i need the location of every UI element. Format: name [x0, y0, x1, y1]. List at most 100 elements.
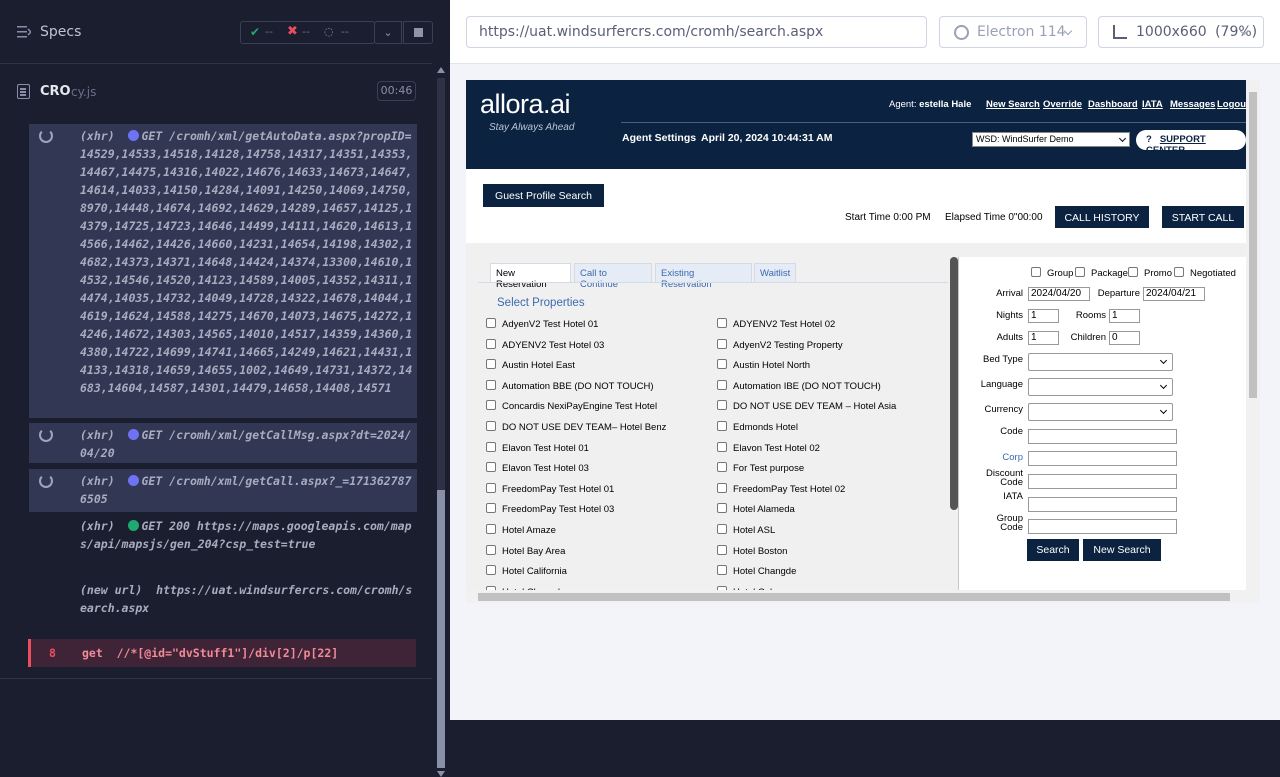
- checkbox[interactable]: [486, 400, 496, 411]
- discount-code-field[interactable]: [1028, 474, 1177, 489]
- nav-messages[interactable]: Messages: [1170, 99, 1215, 110]
- property-checkbox-item[interactable]: Elavon Test Hotel 03: [486, 462, 589, 474]
- property-checkbox-item[interactable]: For Test purpose: [717, 462, 804, 474]
- language-select[interactable]: [1028, 378, 1173, 396]
- iata-field[interactable]: [1028, 497, 1177, 512]
- property-checkbox-item[interactable]: Concardis NexiPayEngine Test Hotel: [486, 400, 657, 412]
- nav-dashboard[interactable]: Dashboard: [1088, 99, 1138, 110]
- support-center-button[interactable]: ? SUPPORT CENTER: [1136, 130, 1246, 156]
- scroll-down-icon[interactable]: [437, 771, 445, 777]
- checkbox[interactable]: [717, 421, 727, 431]
- checkbox[interactable]: [717, 524, 727, 534]
- property-checkbox-item[interactable]: DO NOT USE DEV TEAM– Hotel Benz: [486, 421, 666, 433]
- agent-settings-link[interactable]: Agent Settings: [622, 132, 696, 144]
- property-checkbox-item[interactable]: Hotel Bay Area: [486, 544, 565, 557]
- checkbox[interactable]: [486, 565, 496, 576]
- start-call-button[interactable]: START CALL: [1162, 206, 1244, 228]
- adults-field[interactable]: 1: [1028, 331, 1059, 345]
- search-button[interactable]: Search: [1027, 539, 1079, 561]
- property-checkbox-item[interactable]: Elavon Test Hotel 02: [717, 441, 820, 454]
- log-entry-xhr[interactable]: (xhr) GET /cromh/xml/getAutoData.aspx?pr…: [29, 124, 417, 418]
- scroll-up-icon[interactable]: [437, 67, 445, 73]
- checkbox[interactable]: [486, 503, 496, 514]
- checkbox[interactable]: [486, 482, 496, 493]
- currency-select[interactable]: [1028, 403, 1173, 421]
- log-entry-xhr[interactable]: (xhr) GET /cromh/xml/getCall.aspx?_=1713…: [29, 469, 417, 512]
- property-checkbox-item[interactable]: AdyenV2 Test Hotel 01: [486, 318, 598, 330]
- app-horizontal-scrollbar[interactable]: [466, 590, 1246, 603]
- browser-selector[interactable]: Electron 114: [939, 16, 1087, 48]
- property-checkbox-item[interactable]: Hotel Alameda: [717, 503, 795, 515]
- scroll-thumb[interactable]: [437, 490, 445, 768]
- group-code-field[interactable]: [1028, 519, 1177, 534]
- nav-override[interactable]: Override: [1043, 99, 1082, 110]
- nights-field[interactable]: 1: [1028, 309, 1059, 323]
- property-checkbox-item[interactable]: Hotel Amaze: [486, 524, 556, 536]
- site-select[interactable]: WSD: WindSurfer Demo: [972, 132, 1130, 147]
- arrival-field[interactable]: 2024/04/20: [1028, 287, 1090, 301]
- property-checkbox-item[interactable]: Hotel California: [486, 565, 567, 577]
- property-checkbox-item[interactable]: Hotel ASL: [717, 524, 775, 536]
- checkbox[interactable]: [717, 318, 727, 328]
- app-vertical-scrollbar[interactable]: [1246, 80, 1260, 603]
- nav-logout[interactable]: Logout: [1217, 99, 1249, 110]
- checkbox[interactable]: [717, 544, 727, 555]
- children-field[interactable]: 0: [1109, 331, 1140, 345]
- tab-new-reservation[interactable]: New Reservation: [490, 263, 571, 290]
- property-checkbox-item[interactable]: FreedomPay Test Hotel 02: [717, 482, 845, 495]
- scroll-thumb[interactable]: [478, 593, 1230, 601]
- specs-list-icon[interactable]: [17, 26, 31, 38]
- checkbox[interactable]: [486, 359, 496, 370]
- group-checkbox[interactable]: Group: [1031, 267, 1073, 279]
- tab-existing-reservation[interactable]: Existing Reservation: [655, 263, 752, 290]
- corp-field[interactable]: [1028, 451, 1177, 466]
- checkbox[interactable]: [486, 441, 496, 452]
- chevron-down-button[interactable]: ⌄: [374, 21, 402, 44]
- new-search-button[interactable]: New Search: [1083, 539, 1161, 561]
- rooms-field[interactable]: 1: [1109, 309, 1140, 323]
- scroll-thumb[interactable]: [1249, 92, 1257, 398]
- package-checkbox[interactable]: Package: [1075, 267, 1128, 279]
- properties-scrollbar[interactable]: [950, 257, 958, 510]
- checkbox[interactable]: [717, 400, 727, 411]
- spec-file-header[interactable]: CRO cy.js 00:46: [0, 78, 432, 106]
- property-checkbox-item[interactable]: FreedomPay Test Hotel 03: [486, 503, 614, 515]
- property-checkbox-item[interactable]: Austin Hotel North: [717, 359, 810, 371]
- property-checkbox-item[interactable]: AdyenV2 Testing Property: [717, 338, 843, 351]
- property-checkbox-item[interactable]: ADYENV2 Test Hotel 03: [486, 338, 604, 351]
- url-bar[interactable]: https://uat.windsurfercrs.com/cromh/sear…: [466, 16, 927, 48]
- log-entry-xhr[interactable]: (xhr) GET 200 https://maps.googleapis.co…: [29, 514, 417, 572]
- checkbox[interactable]: [486, 421, 496, 431]
- checkbox[interactable]: [717, 565, 727, 576]
- checkbox[interactable]: [486, 462, 496, 473]
- departure-field[interactable]: 2024/04/21: [1143, 287, 1205, 301]
- guest-profile-search-button[interactable]: Guest Profile Search: [483, 184, 604, 207]
- checkbox[interactable]: [486, 338, 496, 349]
- checkbox[interactable]: [717, 482, 727, 493]
- checkbox[interactable]: [717, 441, 727, 452]
- specs-title[interactable]: Specs: [40, 24, 81, 40]
- checkbox[interactable]: [717, 338, 727, 349]
- nav-new-search[interactable]: New Search: [986, 99, 1040, 110]
- negotiated-checkbox[interactable]: Negotiated: [1174, 267, 1236, 279]
- property-checkbox-item[interactable]: Hotel Changde: [717, 565, 796, 577]
- checkbox[interactable]: [717, 359, 727, 370]
- code-field[interactable]: [1028, 429, 1177, 444]
- property-checkbox-item[interactable]: FreedomPay Test Hotel 01: [486, 482, 614, 495]
- checkbox[interactable]: [486, 379, 496, 390]
- log-entry-new-url[interactable]: (new url) https://uat.windsurfercrs.com/…: [29, 578, 417, 638]
- promo-checkbox[interactable]: Promo: [1128, 267, 1172, 279]
- property-checkbox-item[interactable]: Elavon Test Hotel 01: [486, 441, 589, 454]
- tab-call-to-continue[interactable]: Call to Continue: [574, 263, 652, 290]
- property-checkbox-item[interactable]: Automation BBE (DO NOT TOUCH): [486, 379, 654, 392]
- log-entry-xhr[interactable]: (xhr) GET /cromh/xml/getCallMsg.aspx?dt=…: [29, 423, 417, 463]
- checkbox[interactable]: [717, 379, 727, 390]
- bed-type-select[interactable]: [1028, 353, 1173, 371]
- command-log-scrollbar[interactable]: [432, 64, 450, 777]
- allora-logo[interactable]: allora.ai: [480, 89, 571, 120]
- property-checkbox-item[interactable]: Automation IBE (DO NOT TOUCH): [717, 379, 881, 392]
- checkbox[interactable]: [486, 318, 496, 328]
- checkbox[interactable]: [486, 524, 496, 534]
- corp-link[interactable]: Corp: [969, 452, 1023, 463]
- property-checkbox-item[interactable]: DO NOT USE DEV TEAM – Hotel Asia: [717, 400, 896, 412]
